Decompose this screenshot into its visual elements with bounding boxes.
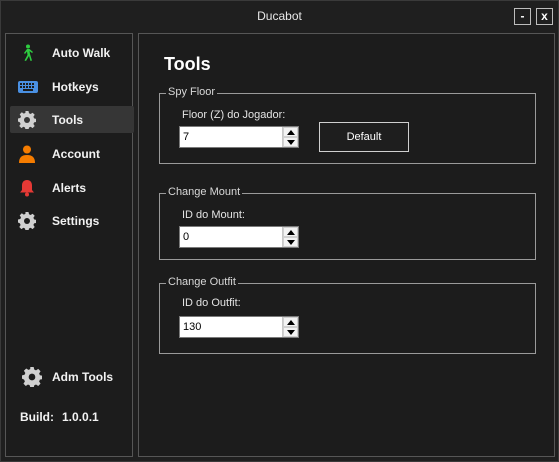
gear-icon [18,111,37,130]
mount-id-input[interactable]: 0 [179,226,299,248]
sidebar-item-hotkeys[interactable]: Hotkeys [10,73,134,100]
change-outfit-group: Change Outfit ID do Outfit: 130 [159,276,536,354]
build-label: Build: [20,410,54,424]
floor-input[interactable]: 7 [179,126,299,148]
sidebar-item-label: Settings [52,214,100,228]
gear-icon [18,212,37,231]
chevron-up-icon [287,320,295,325]
app-window: Ducabot - x Auto Walk Hotkeys Tools Acco… [0,0,559,462]
default-button[interactable]: Default [319,122,409,152]
sidebar-item-alerts[interactable]: Alerts [10,174,134,201]
sidebar-item-label: Hotkeys [52,80,99,94]
floor-label: Floor (Z) do Jogador: [182,109,286,121]
walk-icon [18,44,36,62]
spy-floor-group: Spy Floor Floor (Z) do Jogador: 7 Defaul… [159,86,536,164]
title-bar[interactable]: Ducabot - x [1,1,558,32]
chevron-down-icon [287,140,295,145]
floor-value: 7 [183,131,190,143]
sidebar-item-label: Alerts [52,181,87,195]
mount-id-decrement-button[interactable] [283,237,298,247]
keyboard-icon [18,78,38,96]
minimize-button[interactable]: - [514,8,531,25]
gear-icon [22,367,43,388]
build-version: 1.0.0.1 [62,410,99,424]
outfit-id-increment-button[interactable] [283,317,298,327]
mount-id-label: ID do Mount: [182,209,245,221]
floor-decrement-button[interactable] [283,137,298,147]
sidebar: Auto Walk Hotkeys Tools Account Alerts S… [5,33,134,457]
spy-floor-legend: Spy Floor [166,86,218,98]
chevron-up-icon [287,230,295,235]
change-outfit-legend: Change Outfit [166,276,238,288]
outfit-id-decrement-button[interactable] [283,327,298,337]
outfit-id-value: 130 [183,321,202,333]
adm-tools-button[interactable]: Adm Tools [20,366,130,390]
sidebar-item-auto-walk[interactable]: Auto Walk [10,39,134,66]
window-title: Ducabot [257,9,302,23]
mount-id-increment-button[interactable] [283,227,298,237]
outfit-id-label: ID do Outfit: [182,297,241,309]
adm-tools-label: Adm Tools [52,370,114,384]
page-title: Tools [164,54,211,74]
mount-id-stepper[interactable] [282,227,298,247]
outfit-id-input[interactable]: 130 [179,316,299,338]
chevron-down-icon [287,330,295,335]
sidebar-item-tools[interactable]: Tools [10,106,134,133]
person-icon [18,145,36,163]
sidebar-item-label: Tools [52,113,84,127]
build-info: Build: 1.0.0.1 [20,410,99,424]
floor-stepper[interactable] [282,127,298,147]
mount-id-value: 0 [183,231,190,243]
bell-icon [18,179,36,197]
outfit-id-stepper[interactable] [282,317,298,337]
close-button[interactable]: x [536,8,553,25]
chevron-down-icon [287,240,295,245]
sidebar-item-label: Account [52,147,100,161]
change-mount-legend: Change Mount [166,186,243,198]
floor-increment-button[interactable] [283,127,298,137]
sidebar-item-account[interactable]: Account [10,140,134,167]
chevron-up-icon [287,130,295,135]
change-mount-group: Change Mount ID do Mount: 0 [159,186,536,260]
sidebar-item-label: Auto Walk [52,46,111,60]
main-panel: Tools Spy Floor Floor (Z) do Jogador: 7 … [138,33,555,457]
sidebar-item-settings[interactable]: Settings [10,207,134,234]
